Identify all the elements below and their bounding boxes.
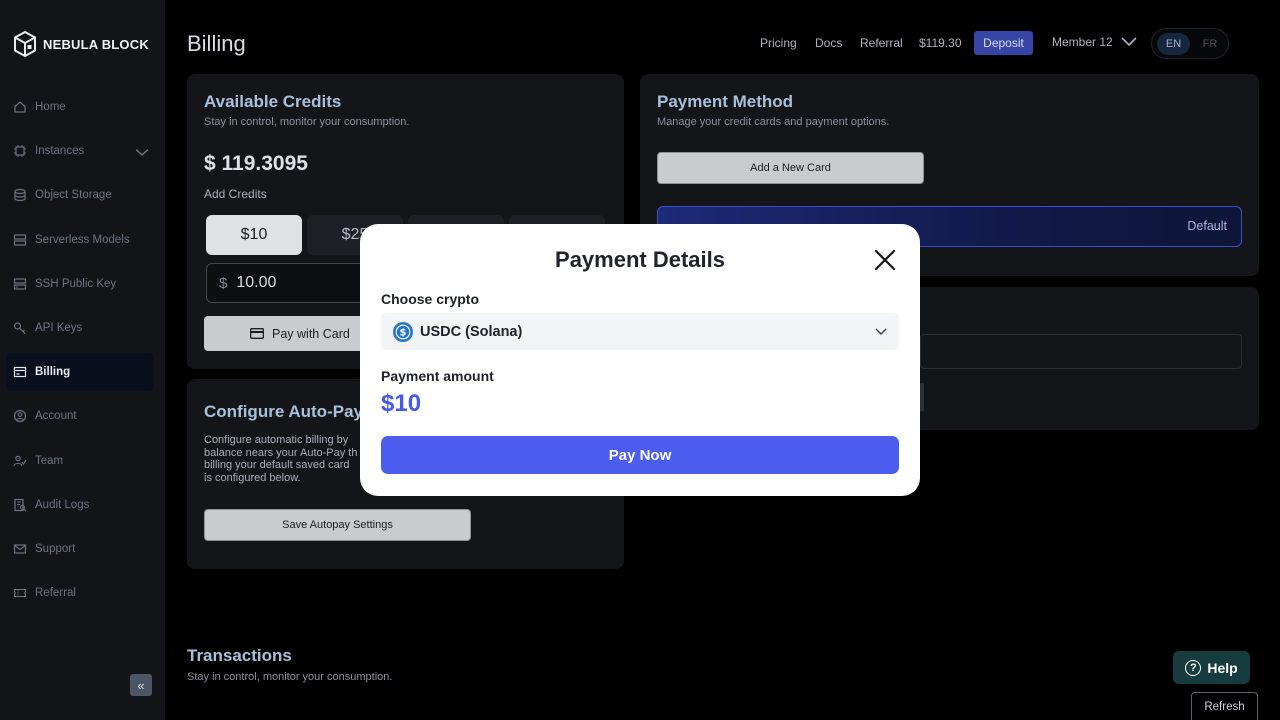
usdc-icon: $ [393, 321, 413, 342]
ticket-icon [13, 588, 27, 598]
nav-referral-link[interactable]: Referral [860, 31, 903, 55]
modal-title: Payment Details [555, 247, 725, 272]
payment-method-subtitle: Manage your credit cards and payment opt… [657, 116, 890, 128]
nav-docs-link[interactable]: Docs [815, 31, 842, 55]
settings-button[interactable] [920, 383, 924, 411]
autopay-title: Configure Auto-Pay [204, 402, 363, 421]
credits-subtitle: Stay in control, monitor your consumptio… [204, 116, 410, 128]
sidebar-item-label: Object Storage [35, 189, 112, 201]
nebula-logo-icon [14, 31, 36, 57]
credits-balance: $ 119.3095 [204, 152, 308, 175]
page-title: Billing [187, 31, 246, 56]
sidebar-item-label: SSH Public Key [35, 278, 117, 290]
svg-text:$: $ [400, 327, 407, 338]
credit-amount-value: 10.00 [236, 274, 277, 291]
sidebar-item-instances[interactable]: Instances [6, 132, 153, 170]
choose-crypto-label: Choose crypto [381, 291, 480, 307]
lang-en-option[interactable]: EN [1157, 33, 1190, 55]
sidebar-item-referral[interactable]: Referral [6, 574, 153, 612]
sidebar-item-label: Audit Logs [35, 499, 90, 511]
payment-amount-value: $10 [381, 390, 422, 417]
sidebar-item-billing[interactable]: Billing [6, 353, 153, 391]
currency-symbol: $ [219, 274, 228, 292]
close-icon[interactable] [872, 247, 898, 273]
mail-icon [13, 544, 27, 554]
pay-with-card-label: Pay with Card [272, 326, 350, 341]
database-icon [14, 188, 26, 202]
sidebar-item-label: Billing [35, 366, 71, 378]
sidebar-item-object-storage[interactable]: Object Storage [6, 176, 153, 214]
sidebar-item-label: Referral [35, 587, 76, 599]
default-badge: Default [1187, 219, 1227, 233]
billing-icon [13, 366, 27, 378]
chevron-down-icon[interactable] [135, 145, 149, 159]
sidebar-item-team[interactable]: Team [6, 442, 153, 480]
member-name[interactable]: Member 12 [1052, 35, 1113, 49]
key-icon [13, 322, 26, 334]
sidebar-item-label: Team [35, 455, 64, 467]
credits-title: Available Credits [204, 92, 342, 111]
chip-icon [14, 145, 26, 157]
sidebar-item-audit-logs[interactable]: Audit Logs [6, 486, 153, 524]
help-icon: ? [1185, 659, 1202, 676]
sidebar-item-home[interactable]: Home [6, 88, 153, 126]
refresh-button[interactable]: Refresh [1191, 692, 1258, 720]
deposit-button[interactable]: Deposit [974, 31, 1033, 55]
sidebar-item-support[interactable]: Support [6, 530, 153, 568]
brand-name: NEBULA BLOCK [43, 36, 149, 52]
payment-amount-label: Payment amount [381, 368, 494, 384]
server-icon [13, 234, 27, 246]
add-new-card-button[interactable]: Add a New Card [657, 152, 924, 184]
payment-details-modal: Payment Details Choose crypto $ USDC (So… [360, 224, 920, 496]
credit-card-icon [250, 328, 264, 339]
transactions-title: Transactions [187, 646, 292, 665]
help-button[interactable]: ? Help [1173, 651, 1250, 684]
crypto-select[interactable]: $ USDC (Solana) [381, 313, 899, 350]
autopay-description: Configure automatic billing by balance n… [204, 434, 358, 484]
nav-pricing-link[interactable]: Pricing [760, 31, 797, 55]
user-circle-icon [13, 409, 27, 423]
chevron-down-icon [875, 328, 887, 335]
team-icon [13, 455, 27, 467]
transactions-subtitle: Stay in control, monitor your consumptio… [187, 671, 393, 683]
crypto-selected-value: USDC (Solana) [420, 323, 523, 340]
save-autopay-button[interactable]: Save Autopay Settings [204, 509, 471, 541]
pay-now-button[interactable]: Pay Now [381, 436, 899, 474]
audit-icon [14, 498, 27, 512]
payment-method-title: Payment Method [657, 92, 794, 111]
double-chevron-left-icon: « [137, 677, 145, 693]
help-label: Help [1207, 659, 1238, 676]
sidebar-item-serverless-models[interactable]: Serverless Models [6, 221, 153, 259]
sidebar-item-ssh-public-key[interactable]: SSH Public Key [6, 265, 153, 303]
add-credits-label: Add Credits [204, 187, 267, 201]
lang-fr-option[interactable]: FR [1197, 33, 1223, 55]
brand-logo[interactable]: NEBULA BLOCK [13, 31, 149, 57]
sidebar: NEBULA BLOCK Home Instances Object Stora… [0, 0, 165, 720]
language-toggle: EN FR [1151, 28, 1229, 59]
sidebar-item-api-keys[interactable]: API Keys [6, 309, 153, 347]
sidebar-item-label: Support [35, 543, 76, 555]
server-key-icon [13, 278, 27, 290]
settings-input[interactable] [920, 334, 1242, 369]
header-balance: $119.30 [919, 36, 962, 50]
sidebar-item-label: Account [35, 410, 77, 422]
home-icon [14, 101, 26, 113]
chevron-down-icon[interactable] [1120, 35, 1138, 49]
sidebar-item-label: Instances [35, 145, 85, 157]
sidebar-item-account[interactable]: Account [6, 397, 153, 435]
collapse-sidebar-button[interactable]: « [130, 674, 152, 696]
sidebar-item-label: Home [35, 101, 66, 113]
sidebar-item-label: API Keys [35, 322, 83, 334]
sidebar-item-label: Serverless Models [35, 234, 130, 246]
amount-10-button[interactable]: $10 [206, 215, 302, 255]
